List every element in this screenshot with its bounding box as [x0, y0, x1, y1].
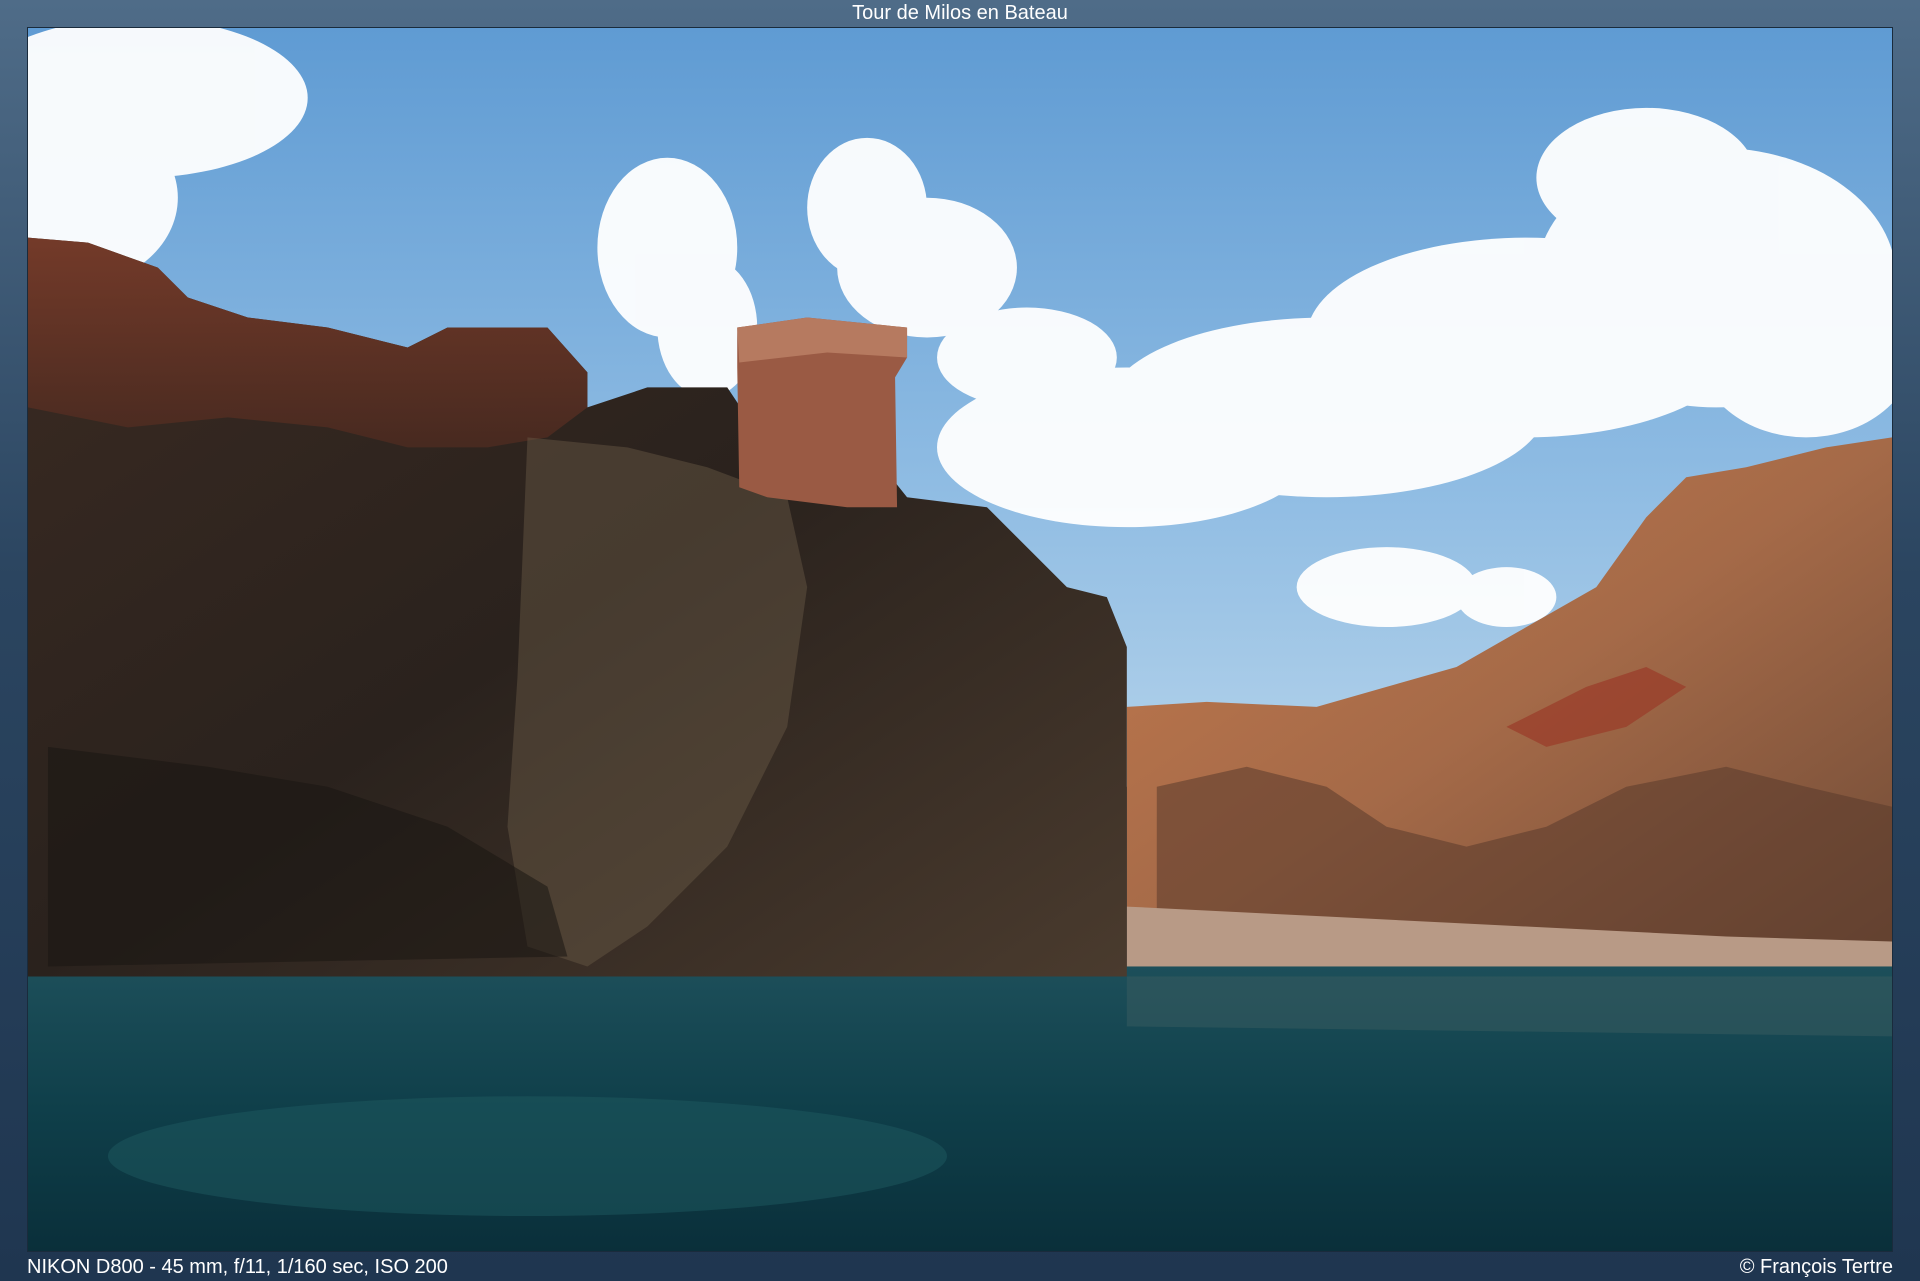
photo-image[interactable] — [27, 27, 1893, 1252]
sea-reflection — [1126, 976, 1892, 1037]
sea-shallow — [107, 1096, 948, 1217]
copyright-caption: © François Tertre — [1739, 1256, 1893, 1278]
photo-viewer: Tour de Milos en Bateau NIKON D800 - 45 … — [0, 0, 1920, 1281]
photo-title: Tour de Milos en Bateau — [852, 2, 1068, 24]
exif-caption: NIKON D800 - 45 mm, f/11, 1/160 sec, ISO… — [27, 1256, 448, 1278]
